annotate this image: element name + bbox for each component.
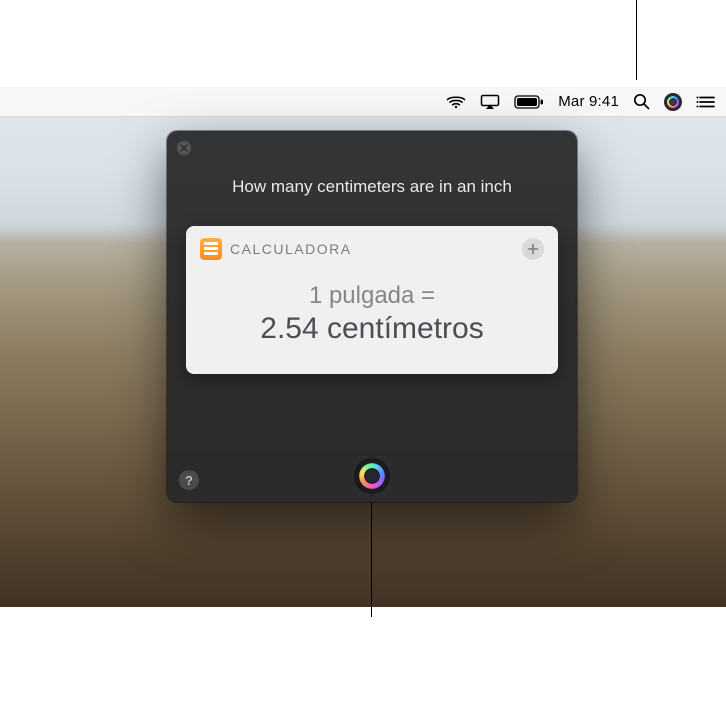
card-source-label: CALCULADORA: [230, 241, 352, 257]
add-button[interactable]: [522, 238, 544, 260]
result-line-1: 1 pulgada =: [200, 282, 544, 310]
search-icon[interactable]: [633, 93, 650, 110]
help-button[interactable]: ?: [179, 470, 199, 490]
result-line-2: 2.54 centímetros: [200, 312, 544, 346]
clock-text[interactable]: Mar 9:41: [558, 93, 619, 110]
siri-activate-button[interactable]: [354, 458, 390, 494]
siri-query-text: How many centimeters are in an inch: [167, 177, 577, 197]
card-header: CALCULADORA: [200, 238, 544, 260]
close-button[interactable]: [177, 141, 191, 155]
battery-icon[interactable]: [514, 95, 544, 109]
notification-center-icon[interactable]: [696, 95, 716, 109]
siri-icon[interactable]: [664, 93, 682, 111]
airplay-icon[interactable]: [480, 94, 500, 110]
callout-line-bottom: [371, 487, 372, 617]
calculator-icon: [200, 238, 222, 260]
menu-bar: Mar 9:41: [0, 87, 726, 117]
siri-window: How many centimeters are in an inch CALC…: [167, 131, 577, 502]
siri-result-card: CALCULADORA 1 pulgada = 2.54 centímetros: [186, 226, 558, 374]
wifi-icon[interactable]: [446, 95, 466, 109]
callout-line-top: [636, 0, 637, 80]
